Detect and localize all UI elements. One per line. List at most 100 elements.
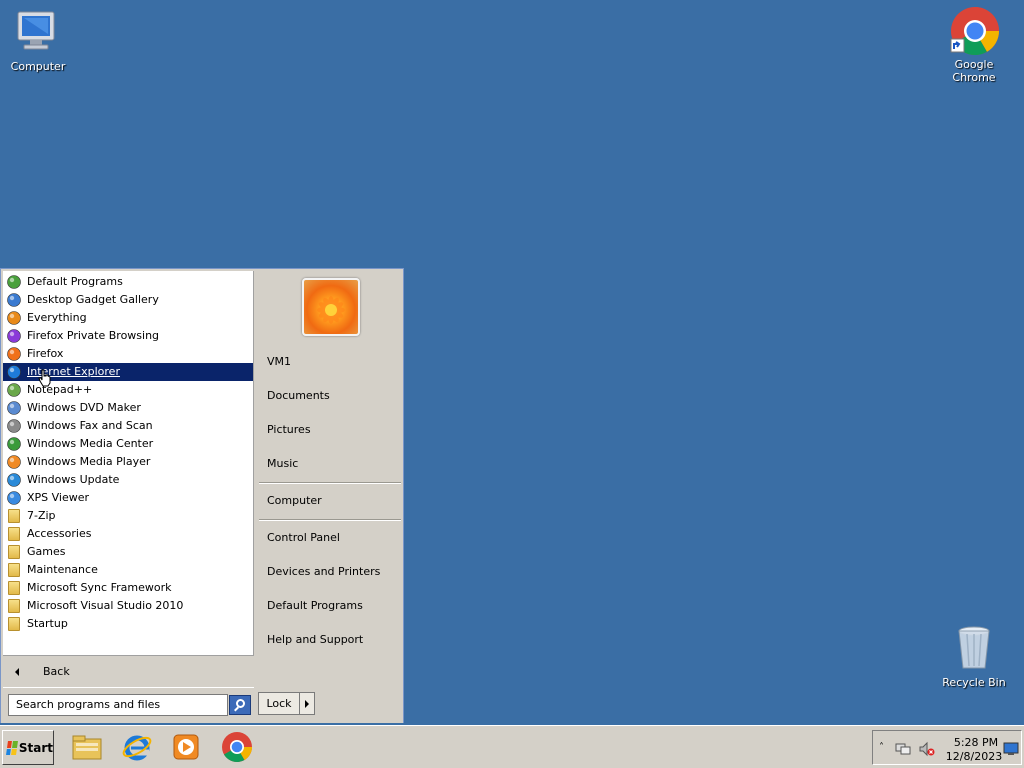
back-arrow-icon	[15, 667, 19, 676]
notepad-plus-plus-icon	[6, 382, 22, 398]
help-support-link[interactable]: Help and Support	[267, 631, 363, 649]
chrome-icon	[950, 6, 999, 56]
program-item[interactable]: Windows Media Player	[3, 453, 253, 471]
program-item[interactable]: Default Programs	[3, 273, 253, 291]
separator	[259, 482, 401, 484]
separator	[259, 519, 401, 521]
computer-icon	[14, 8, 62, 56]
back-button[interactable]: Back	[3, 655, 254, 687]
program-item[interactable]: 7-Zip	[3, 507, 253, 525]
start-label: Start	[18, 740, 53, 755]
all-programs-list: Default Programs Desktop Gadget Gallery Ev…	[3, 271, 254, 655]
computer-desktop-icon[interactable]: Computer	[0, 8, 76, 73]
program-item[interactable]: Accessories	[3, 525, 253, 543]
volume-muted-icon[interactable]	[919, 741, 935, 757]
taskbar: Start ˄ 5:28 PM 12/8/2023	[0, 725, 1024, 768]
start-button[interactable]: Start	[2, 730, 54, 765]
program-item[interactable]: Desktop Gadget Gallery	[3, 291, 253, 309]
lock-label: Lock	[259, 693, 300, 714]
program-item[interactable]: Maintenance	[3, 561, 253, 579]
windows-flag-icon	[6, 740, 18, 755]
program-label: Windows Media Center	[27, 437, 154, 450]
windows-update-icon	[6, 472, 22, 488]
clock-time[interactable]: 5:28 PM	[951, 736, 1001, 749]
back-label: Back	[43, 665, 70, 678]
program-label: Everything	[27, 311, 87, 324]
default-programs-icon	[6, 274, 22, 290]
gadget-gallery-icon	[6, 292, 22, 308]
lock-button[interactable]: Lock	[258, 692, 315, 715]
user-avatar[interactable]	[302, 278, 360, 336]
fax-scan-icon	[6, 418, 22, 434]
lock-options-arrow-icon[interactable]	[305, 700, 309, 708]
program-item[interactable]: Startup	[3, 615, 253, 633]
folder-icon	[8, 581, 20, 595]
folder-icon	[8, 545, 20, 559]
user-folder-link[interactable]: VM1	[267, 353, 291, 371]
program-item[interactable]: Everything	[3, 309, 253, 327]
devices-printers-link[interactable]: Devices and Printers	[267, 563, 380, 581]
internet-explorer-icon[interactable]	[121, 731, 153, 763]
firefox-icon	[6, 346, 22, 362]
program-item[interactable]: Games	[3, 543, 253, 561]
folder-icon	[8, 617, 20, 631]
recycle-bin-icon	[950, 624, 998, 672]
program-label: Maintenance	[27, 563, 98, 576]
chrome-icon[interactable]	[221, 731, 253, 763]
start-menu-right-pane: VM1 Documents Pictures Music Computer Co…	[255, 269, 403, 724]
computer-link[interactable]: Computer	[267, 492, 322, 510]
music-link[interactable]: Music	[267, 455, 298, 473]
recycle-bin-desktop-icon[interactable]: Recycle Bin	[936, 624, 1012, 689]
program-label: Default Programs	[27, 275, 123, 288]
control-panel-link[interactable]: Control Panel	[267, 529, 340, 547]
clock-date[interactable]: 12/8/2023	[945, 750, 1003, 763]
media-center-icon	[6, 436, 22, 452]
program-label: Firefox Private Browsing	[27, 329, 160, 342]
program-item[interactable]: Firefox	[3, 345, 253, 363]
system-tray: ˄ 5:28 PM 12/8/2023	[872, 730, 1022, 765]
program-item[interactable]: Windows Fax and Scan	[3, 417, 253, 435]
recycle-bin-label: Recycle Bin	[942, 676, 1006, 689]
show-desktop-icon[interactable]	[1003, 742, 1019, 756]
show-hidden-icons-icon[interactable]: ˄	[879, 742, 884, 753]
computer-label: Computer	[10, 60, 66, 73]
program-item[interactable]: Windows Media Center	[3, 435, 253, 453]
program-label: Startup	[27, 617, 68, 630]
program-item[interactable]: Windows DVD Maker	[3, 399, 253, 417]
program-label: Microsoft Visual Studio 2010	[27, 599, 184, 612]
media-player-icon	[6, 454, 22, 470]
search-input[interactable]	[8, 693, 228, 716]
dvd-maker-icon	[6, 400, 22, 416]
program-item[interactable]: Firefox Private Browsing	[3, 327, 253, 345]
file-explorer-icon[interactable]	[71, 731, 103, 763]
program-item[interactable]: Microsoft Visual Studio 2010	[3, 597, 253, 615]
program-label: Windows Media Player	[27, 455, 151, 468]
folder-icon	[8, 527, 20, 541]
everything-search-icon	[6, 310, 22, 326]
program-label: Windows DVD Maker	[27, 401, 141, 414]
program-item[interactable]: Microsoft Sync Framework	[3, 579, 253, 597]
xps-viewer-icon	[6, 490, 22, 506]
program-label: Games	[27, 545, 66, 558]
hand-cursor-icon	[38, 369, 52, 387]
search-button[interactable]	[229, 694, 251, 715]
start-menu: Default Programs Desktop Gadget Gallery Ev…	[0, 268, 404, 723]
default-programs-link[interactable]: Default Programs	[267, 597, 363, 615]
network-icon[interactable]	[895, 741, 911, 757]
chrome-label: Google Chrome	[952, 58, 996, 84]
chrome-desktop-icon[interactable]: Google Chrome	[936, 6, 1012, 84]
folder-icon	[8, 599, 20, 613]
program-label: Notepad++	[27, 383, 93, 396]
program-item[interactable]: Windows Update	[3, 471, 253, 489]
folder-icon	[8, 563, 20, 577]
program-label: Desktop Gadget Gallery	[27, 293, 159, 306]
program-label: 7-Zip	[27, 509, 56, 522]
pictures-link[interactable]: Pictures	[267, 421, 311, 439]
firefox-private-icon	[6, 328, 22, 344]
program-item[interactable]: XPS Viewer	[3, 489, 253, 507]
program-label: Windows Fax and Scan	[27, 419, 153, 432]
folder-icon	[8, 509, 20, 523]
documents-link[interactable]: Documents	[267, 387, 330, 405]
internet-explorer-icon	[6, 364, 22, 380]
media-player-icon[interactable]	[170, 731, 202, 763]
